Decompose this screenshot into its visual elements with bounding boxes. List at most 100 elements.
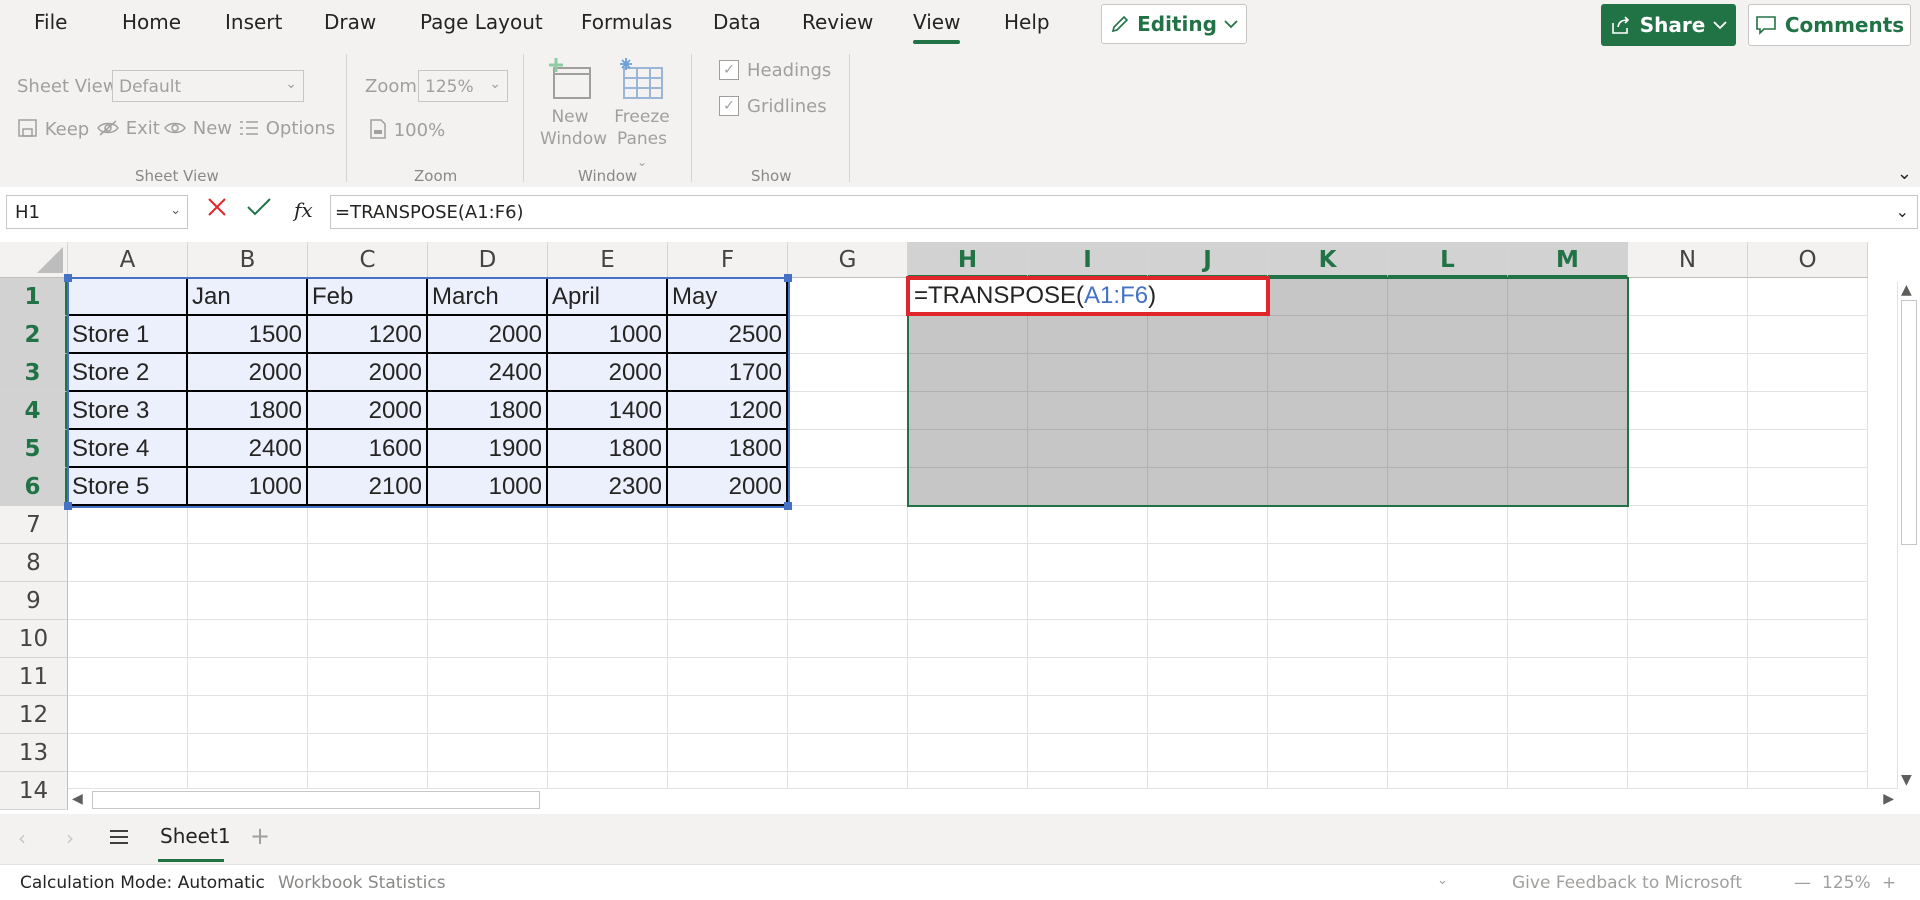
row-header-14[interactable]: 14 xyxy=(0,772,68,810)
give-feedback-link[interactable]: Give Feedback to Microsoft xyxy=(1512,873,1742,893)
cell-m11[interactable] xyxy=(1508,658,1628,696)
row-header-13[interactable]: 13 xyxy=(0,734,68,772)
menu-file[interactable]: File xyxy=(34,10,67,34)
horizontal-scroll-thumb[interactable] xyxy=(92,791,540,809)
cell-g10[interactable] xyxy=(788,620,908,658)
next-sheet-icon[interactable]: › xyxy=(66,826,74,850)
cell-e9[interactable] xyxy=(548,582,668,620)
row-header-2[interactable]: 2 xyxy=(0,316,68,354)
row-header-8[interactable]: 8 xyxy=(0,544,68,582)
cell-m10[interactable] xyxy=(1508,620,1628,658)
cell-l6[interactable] xyxy=(1388,468,1508,506)
cell-n9[interactable] xyxy=(1628,582,1748,620)
cell-g4[interactable] xyxy=(788,392,908,430)
cell-d8[interactable] xyxy=(428,544,548,582)
cell-j4[interactable] xyxy=(1148,392,1268,430)
cell-n4[interactable] xyxy=(1628,392,1748,430)
cell-h11[interactable] xyxy=(908,658,1028,696)
cell-k13[interactable] xyxy=(1268,734,1388,772)
enter-icon[interactable] xyxy=(246,196,272,224)
cell-k7[interactable] xyxy=(1268,506,1388,544)
range-resize-handle[interactable] xyxy=(64,502,72,510)
cell-a5[interactable]: Store 4 xyxy=(68,430,188,468)
gridlines-checkbox[interactable]: ✓ xyxy=(719,96,739,116)
horizontal-scrollbar[interactable]: ◀ ▶ xyxy=(68,788,1898,811)
exit-button[interactable]: Exit xyxy=(96,118,160,139)
cell-f9[interactable] xyxy=(668,582,788,620)
cell-c11[interactable] xyxy=(308,658,428,696)
cell-e6[interactable]: 2300 xyxy=(548,468,668,506)
cell-o10[interactable] xyxy=(1748,620,1868,658)
cell-k4[interactable] xyxy=(1268,392,1388,430)
column-header-g[interactable]: G xyxy=(788,242,908,278)
cell-b12[interactable] xyxy=(188,696,308,734)
cell-f13[interactable] xyxy=(668,734,788,772)
cell-d13[interactable] xyxy=(428,734,548,772)
row-header-3[interactable]: 3 xyxy=(0,354,68,392)
row-header-4[interactable]: 4 xyxy=(0,392,68,430)
cell-n7[interactable] xyxy=(1628,506,1748,544)
cell-j9[interactable] xyxy=(1148,582,1268,620)
cell-e13[interactable] xyxy=(548,734,668,772)
cell-c9[interactable] xyxy=(308,582,428,620)
cell-a2[interactable]: Store 1 xyxy=(68,316,188,354)
cell-c7[interactable] xyxy=(308,506,428,544)
cell-c2[interactable]: 1200 xyxy=(308,316,428,354)
cell-c8[interactable] xyxy=(308,544,428,582)
cell-g13[interactable] xyxy=(788,734,908,772)
cell-b6[interactable]: 1000 xyxy=(188,468,308,506)
cell-o13[interactable] xyxy=(1748,734,1868,772)
cell-m1[interactable] xyxy=(1508,278,1628,316)
cell-h5[interactable] xyxy=(908,430,1028,468)
cell-i2[interactable] xyxy=(1028,316,1148,354)
prev-sheet-icon[interactable]: ‹ xyxy=(18,826,26,850)
cell-b5[interactable]: 2400 xyxy=(188,430,308,468)
menu-draw[interactable]: Draw xyxy=(324,10,376,34)
column-header-n[interactable]: N xyxy=(1628,242,1748,278)
cell-m6[interactable] xyxy=(1508,468,1628,506)
cell-f10[interactable] xyxy=(668,620,788,658)
cell-m3[interactable] xyxy=(1508,354,1628,392)
cell-o8[interactable] xyxy=(1748,544,1868,582)
column-header-l[interactable]: L xyxy=(1388,242,1508,278)
cell-k10[interactable] xyxy=(1268,620,1388,658)
cell-f1[interactable]: May xyxy=(668,278,788,316)
cell-b8[interactable] xyxy=(188,544,308,582)
cell-a1[interactable] xyxy=(68,278,188,316)
cell-c5[interactable]: 1600 xyxy=(308,430,428,468)
cell-f7[interactable] xyxy=(668,506,788,544)
headings-checkbox[interactable]: ✓ xyxy=(719,60,739,80)
row-header-5[interactable]: 5 xyxy=(0,430,68,468)
cell-o11[interactable] xyxy=(1748,658,1868,696)
cell-g11[interactable] xyxy=(788,658,908,696)
cell-a6[interactable]: Store 5 xyxy=(68,468,188,506)
cell-i10[interactable] xyxy=(1028,620,1148,658)
cell-k1[interactable] xyxy=(1268,278,1388,316)
cell-e1[interactable]: April xyxy=(548,278,668,316)
cell-b9[interactable] xyxy=(188,582,308,620)
zoom-in-icon[interactable]: + xyxy=(1882,873,1896,893)
name-box[interactable]: H1 ⌄ xyxy=(6,195,188,229)
cell-h8[interactable] xyxy=(908,544,1028,582)
cell-l1[interactable] xyxy=(1388,278,1508,316)
cell-k11[interactable] xyxy=(1268,658,1388,696)
formula-input[interactable]: =TRANSPOSE(A1:F6) ⌄ xyxy=(330,195,1918,229)
calculation-mode[interactable]: Calculation Mode: Automatic xyxy=(20,873,265,893)
cell-m2[interactable] xyxy=(1508,316,1628,354)
cell-g6[interactable] xyxy=(788,468,908,506)
cell-j10[interactable] xyxy=(1148,620,1268,658)
cell-b7[interactable] xyxy=(188,506,308,544)
cell-g5[interactable] xyxy=(788,430,908,468)
cell-i8[interactable] xyxy=(1028,544,1148,582)
scroll-right-icon[interactable]: ▶ xyxy=(1883,791,1894,807)
cell-d5[interactable]: 1900 xyxy=(428,430,548,468)
cell-i4[interactable] xyxy=(1028,392,1148,430)
cell-o12[interactable] xyxy=(1748,696,1868,734)
cell-b1[interactable]: Jan xyxy=(188,278,308,316)
cell-f11[interactable] xyxy=(668,658,788,696)
spreadsheet-grid[interactable]: A B C D E F G H I J K L M N O 1 2 3 4 5 6 7 8 9 10 11 12 13 14 Jan Feb… xyxy=(0,242,1920,810)
cell-c10[interactable] xyxy=(308,620,428,658)
zoom-100-button[interactable]: 100% xyxy=(368,118,445,141)
cell-i9[interactable] xyxy=(1028,582,1148,620)
cell-m9[interactable] xyxy=(1508,582,1628,620)
